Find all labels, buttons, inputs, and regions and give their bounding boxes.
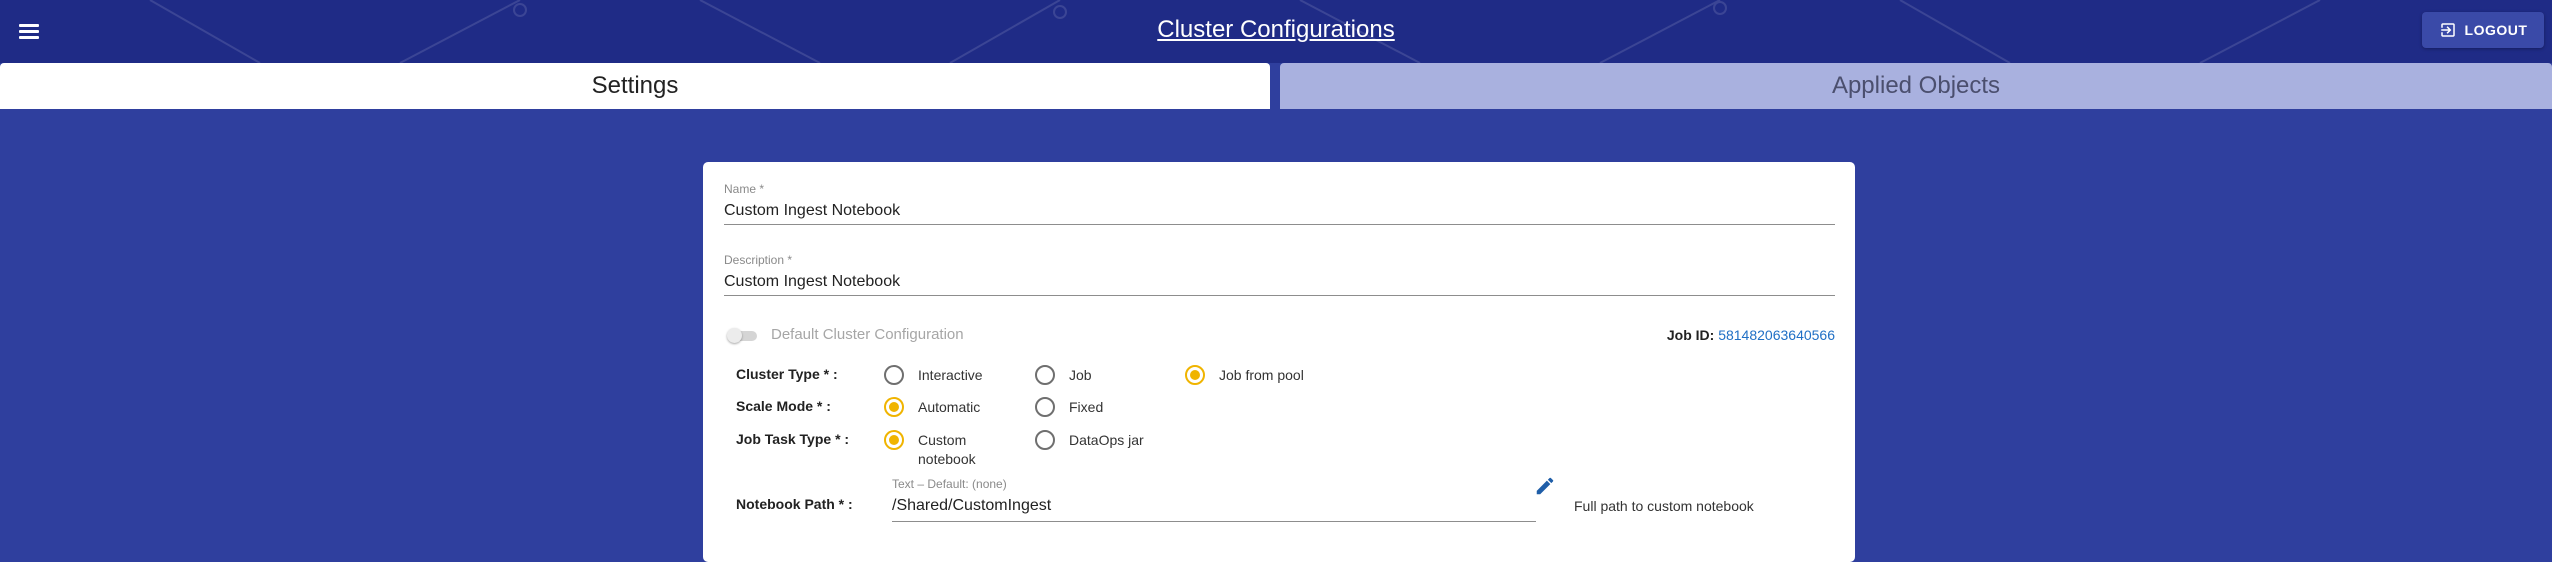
radio-fixed-label: Fixed (1069, 399, 1104, 415)
radio-custom-notebook-label: Custom notebook (918, 432, 976, 467)
notebook-path-hint: Text – Default: (none) (892, 477, 1007, 491)
radio-job-from-pool-label: Job from pool (1219, 367, 1304, 383)
cluster-type-label: Cluster Type * : (736, 366, 838, 382)
default-config-toggle[interactable] (727, 327, 759, 343)
radio-circle (1035, 365, 1055, 385)
radio-custom-notebook[interactable]: Custom notebook (884, 430, 982, 469)
radio-automatic[interactable]: Automatic (884, 397, 981, 417)
logout-button[interactable]: LOGOUT (2422, 12, 2544, 48)
logout-icon (2440, 23, 2455, 37)
tab-applied-objects-label: Applied Objects (1831, 72, 2001, 99)
radio-job-label: Job (1069, 367, 1092, 383)
pencil-icon[interactable] (1534, 475, 1556, 497)
radio-job-from-pool[interactable]: Job from pool (1185, 365, 1304, 385)
radio-circle-checked (884, 430, 904, 450)
job-id: Job ID: 581482063640566 (1667, 327, 1835, 343)
tab-settings-label: Settings (591, 72, 679, 99)
tab-bar: Settings Applied Objects (0, 63, 2552, 110)
radio-circle-checked (884, 397, 904, 417)
radio-circle (1035, 397, 1055, 417)
scale-mode-label: Scale Mode * : (736, 398, 831, 414)
menu-icon[interactable] (14, 18, 44, 44)
default-config-row: Default Cluster Configuration (727, 326, 964, 343)
description-input[interactable]: Custom Ingest Notebook (724, 267, 1835, 296)
page-title[interactable]: Cluster Configurations (1157, 16, 1394, 43)
name-field[interactable]: Name * Custom Ingest Notebook (724, 182, 1835, 225)
notebook-path-help: Full path to custom notebook (1574, 498, 1754, 514)
radio-job[interactable]: Job (1035, 365, 1092, 385)
job-id-link[interactable]: 581482063640566 (1718, 327, 1835, 343)
radio-dataops-jar-label: DataOps jar (1069, 432, 1144, 448)
radio-automatic-label: Automatic (918, 399, 981, 415)
notebook-path-field[interactable]: Text – Default: (none) /Shared/CustomIng… (892, 477, 1536, 522)
tab-applied-objects[interactable]: Applied Objects (1280, 63, 2552, 109)
notebook-path-input[interactable]: /Shared/CustomIngest (892, 491, 1536, 522)
job-task-type-label: Job Task Type * : (736, 431, 850, 447)
tab-settings[interactable]: Settings (0, 63, 1270, 109)
radio-circle-checked (1185, 365, 1205, 385)
radio-fixed[interactable]: Fixed (1035, 397, 1104, 417)
job-id-label: Job ID: (1666, 327, 1715, 343)
radio-interactive[interactable]: Interactive (884, 365, 983, 385)
radio-interactive-label: Interactive (918, 367, 983, 383)
description-field[interactable]: Description * Custom Ingest Notebook (724, 253, 1835, 296)
name-input[interactable]: Custom Ingest Notebook (724, 196, 1835, 225)
description-field-label: Description * (724, 253, 793, 267)
app-header: Cluster Configurations LOGOUT (0, 0, 2552, 63)
radio-dataops-jar[interactable]: DataOps jar (1035, 430, 1144, 450)
logout-label: LOGOUT (2464, 22, 2528, 38)
settings-card: Name * Custom Ingest Notebook Descriptio… (703, 162, 1855, 562)
name-field-label: Name * (724, 182, 765, 196)
radio-circle (884, 365, 904, 385)
default-config-label: Default Cluster Configuration (771, 326, 964, 343)
radio-circle (1035, 430, 1055, 450)
notebook-path-label: Notebook Path * : (736, 496, 853, 512)
